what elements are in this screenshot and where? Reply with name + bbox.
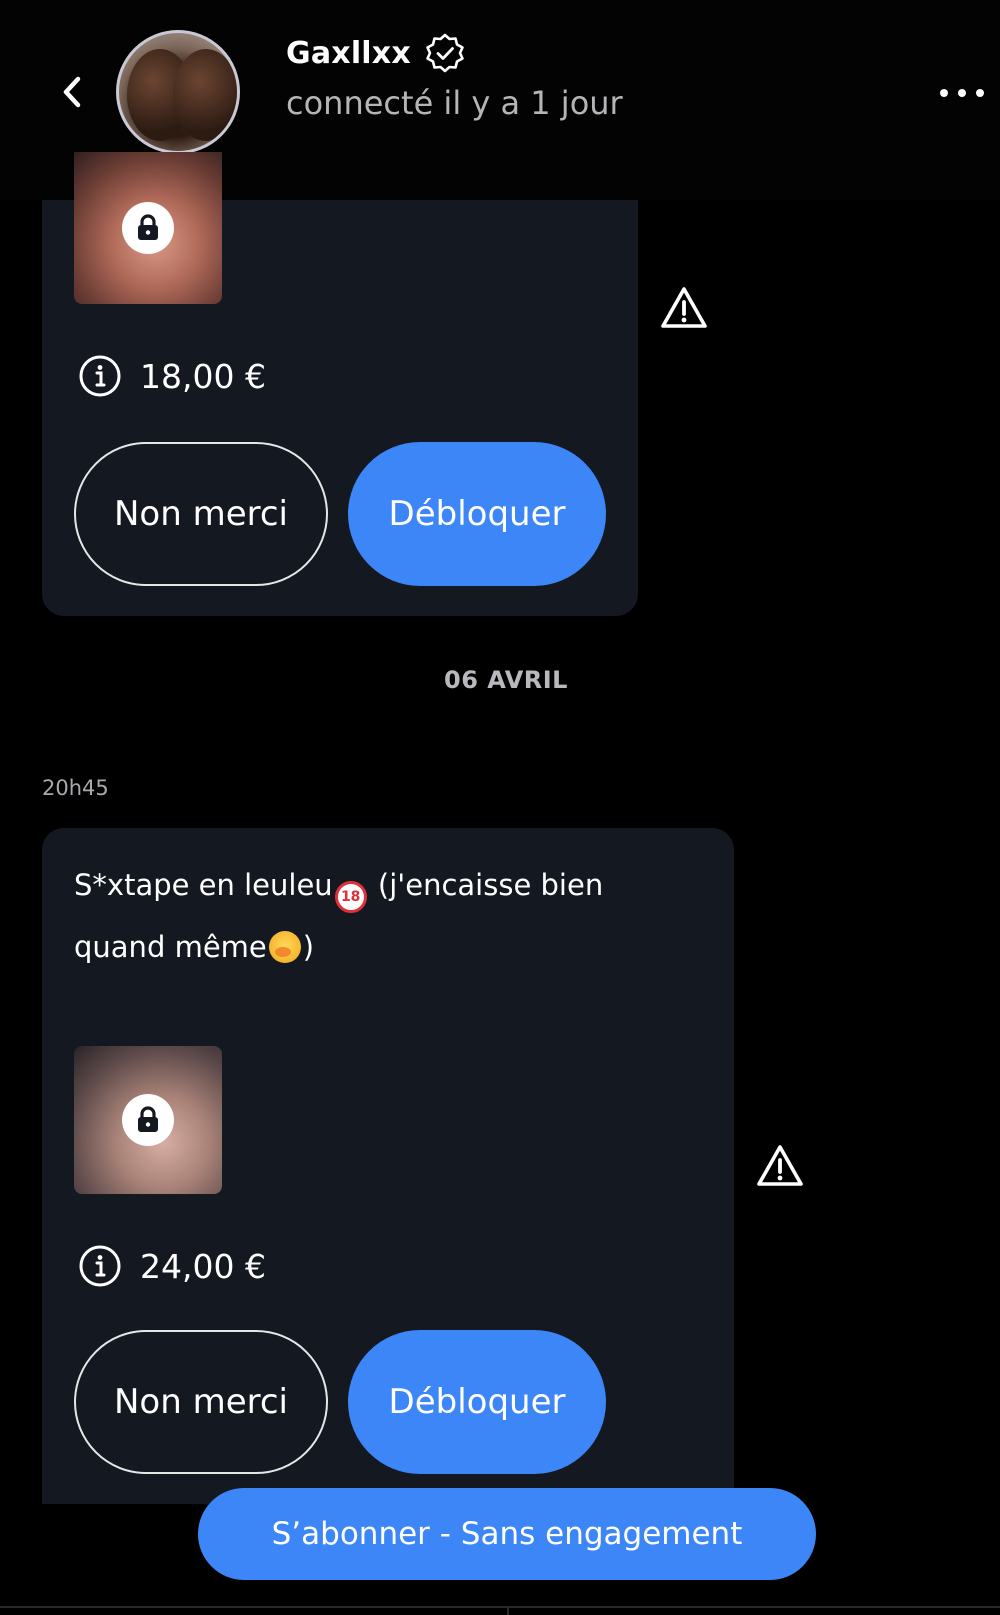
warning-icon[interactable] [756, 1144, 804, 1188]
subscribe-button[interactable]: S’abonner - Sans engagement [198, 1488, 816, 1580]
info-icon[interactable] [78, 354, 122, 398]
locked-media-thumbnail[interactable] [74, 1046, 222, 1194]
divider [507, 1606, 509, 1615]
message-timestamp: 20h45 [42, 776, 109, 800]
verified-badge-icon [426, 33, 464, 73]
price-label: 24,00 € [140, 1246, 266, 1286]
lock-icon [122, 202, 174, 254]
message-card: 18,00 € Non merci Débloquer [42, 152, 638, 616]
unlock-button[interactable]: Débloquer [348, 442, 606, 586]
decline-button[interactable]: Non merci [74, 442, 328, 586]
no-under-18-emoji: 18 [334, 881, 367, 913]
price-row: 18,00 € [78, 354, 266, 398]
message-text: S*xtape en leuleu 18 (j'encaisse bien qua… [74, 868, 604, 964]
lock-icon [122, 1094, 174, 1146]
locked-media-thumbnail[interactable] [74, 152, 222, 304]
message-card: S*xtape en leuleu 18 (j'encaisse bien qua… [42, 828, 734, 1504]
back-button[interactable] [52, 70, 92, 114]
price-row: 24,00 € [78, 1244, 266, 1288]
decline-button[interactable]: Non merci [74, 1330, 328, 1474]
date-separator: 06 AVRIL [444, 666, 568, 694]
avatar[interactable] [116, 30, 240, 154]
username: Gaxllxx [286, 35, 411, 71]
unlock-button[interactable]: Débloquer [348, 1330, 606, 1474]
warning-icon[interactable] [660, 286, 708, 330]
shushing-face-emoji [268, 931, 301, 963]
online-status: connecté il y a 1 jour [286, 84, 623, 122]
more-dots-icon[interactable] [940, 78, 984, 108]
chevron-left-icon [63, 76, 81, 108]
divider [0, 1606, 1000, 1608]
price-label: 18,00 € [140, 356, 266, 396]
username-row[interactable]: Gaxllxx [286, 30, 465, 76]
info-icon[interactable] [78, 1244, 122, 1288]
